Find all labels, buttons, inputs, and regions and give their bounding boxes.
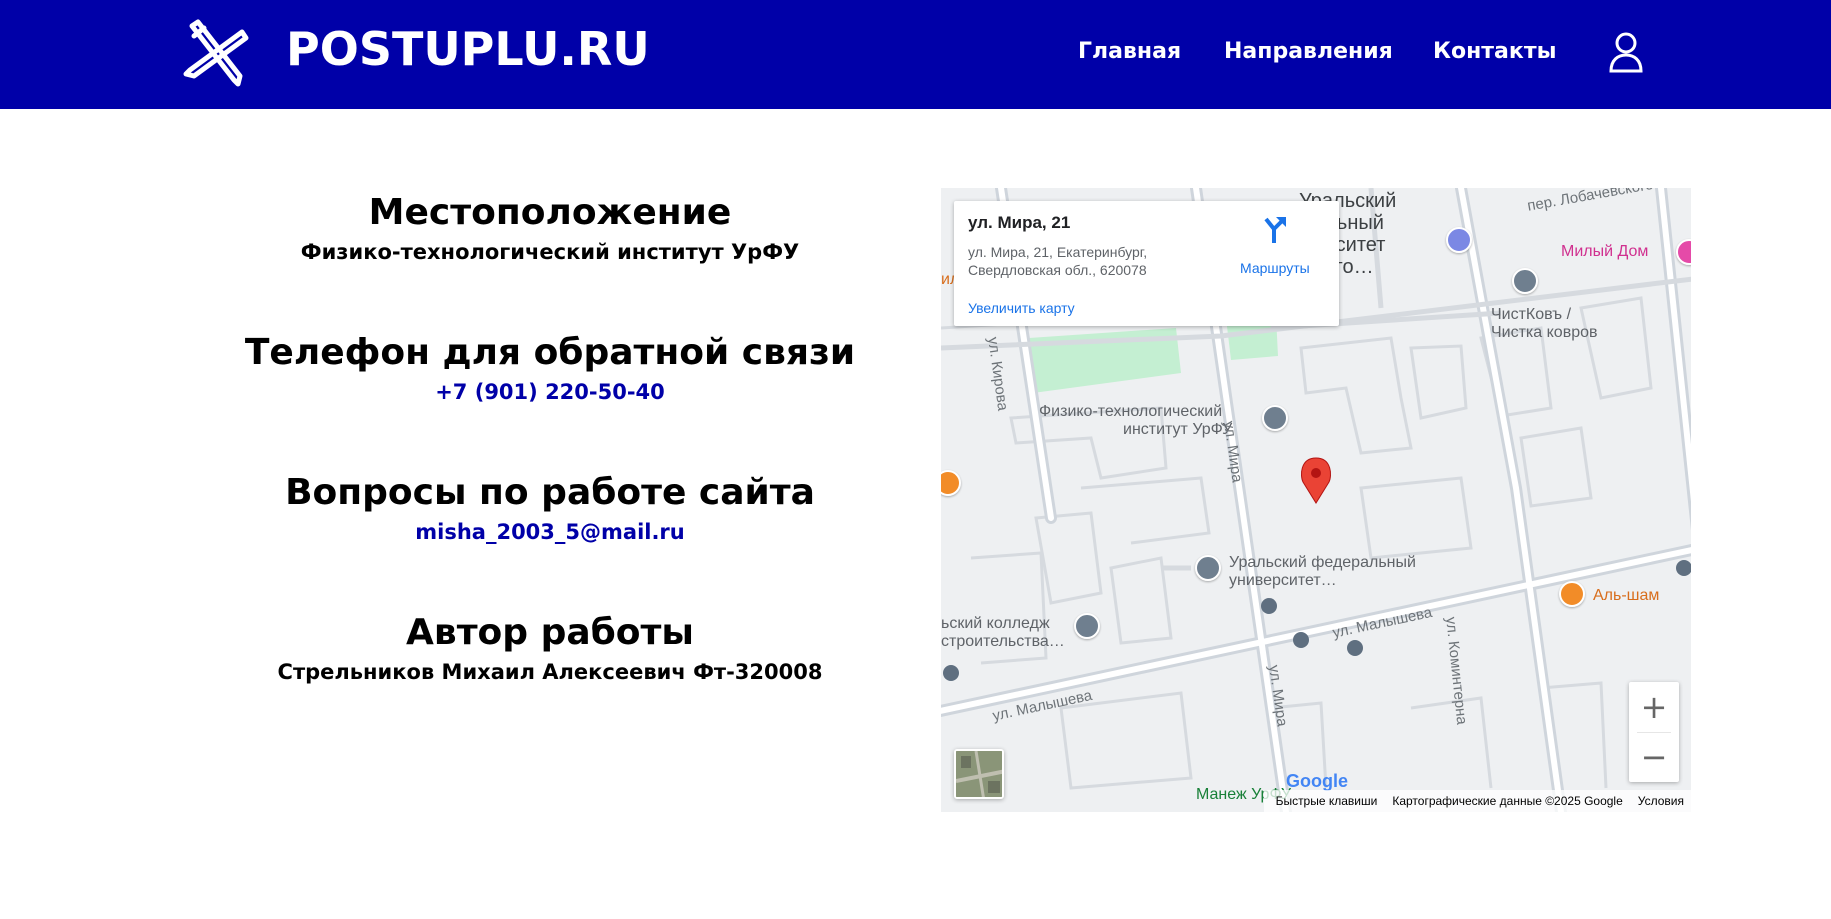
map-label: институт УрФУ [1123,421,1233,438]
satellite-thumbnail-icon [956,751,1002,797]
location-block: Местоположение Физико-технологический ин… [200,190,900,266]
zoom-in-button[interactable]: + [1629,682,1679,732]
phone-title: Телефон для обратной связи [244,332,856,373]
questions-block: Вопросы по работе сайта misha_2003_5@mai… [200,470,900,546]
author-title: Автор работы [406,612,694,653]
keyboard-shortcuts-link[interactable]: Быстрые клавиши [1276,794,1378,808]
education-icon[interactable] [1262,405,1288,431]
place-title: ул. Мира, 21 [968,213,1071,232]
questions-title: Вопросы по работе сайта [285,472,815,513]
location-title: Местоположение [368,192,732,233]
map-label: Аль-шам [1593,587,1660,604]
directions-link[interactable]: Маршруты [1240,259,1310,277]
map-label: Физико-технологический [1039,403,1223,420]
google-logo-text: Google [1286,771,1348,791]
phone-block: Телефон для обратной связи +7 (901) 220-… [200,330,900,406]
phone-link[interactable]: +7 (901) 220-50-40 [435,378,665,406]
site-header: POSTUPLU.RU Главная Направления Контакты [0,0,1831,109]
map-label: строительства… [941,633,1065,650]
zoom-controls: + − [1629,682,1679,782]
satellite-toggle[interactable] [954,749,1004,799]
education-icon[interactable] [1074,613,1100,639]
map-data-text: Картографические данные ©2025 Google [1392,794,1623,808]
map-label: университет… [1229,572,1337,589]
enlarge-map-link[interactable]: Увеличить карту [968,299,1075,317]
cafe-icon[interactable] [1559,581,1585,607]
place-address: ул. Мира, 21, Екатеринбург, Свердловская… [968,243,1208,279]
crossed-pencils-icon[interactable] [180,18,250,90]
address-line: ул. Мира, 21, Екатеринбург, [968,244,1148,260]
nav-directions[interactable]: Направления [1224,38,1393,66]
map-label: ьский колледж [941,615,1050,632]
zoom-out-button[interactable]: − [1629,732,1679,782]
map-label: Милый Дом [1561,243,1649,260]
nav-home[interactable]: Главная [1078,38,1181,66]
location-text: Физико-технологический институт УрФУ [300,240,800,264]
map-label: Уральский федеральный [1229,554,1416,571]
terms-link[interactable]: Условия [1638,794,1684,808]
author-block: Автор работы Стрельников Михаил Алексеев… [200,610,900,686]
author-text: Стрельников Михаил Алексеевич Фт-320008 [277,660,823,684]
nav-contacts[interactable]: Контакты [1433,38,1556,66]
user-icon[interactable] [1608,31,1644,75]
address-line: Свердловская обл., 620078 [968,262,1147,278]
poi-icon[interactable] [1512,268,1538,294]
map-attribution: Быстрые клавиши Картографические данные … [1263,790,1691,812]
map-label: Чистка ковров [1491,324,1598,341]
brand-name[interactable]: POSTUPLU.RU [286,20,650,78]
email-link[interactable]: misha_2003_5@mail.ru [415,518,685,546]
google-logo: Google [1286,771,1348,791]
directions-icon[interactable] [1262,215,1288,243]
parking-icon[interactable] [1446,227,1472,253]
education-icon[interactable] [1195,555,1221,581]
place-info-card: ул. Мира, 21 ул. Мира, 21, Екатеринбург,… [954,201,1339,326]
google-map[interactable]: Уральский ральный верситет рвого… пер. Л… [941,188,1691,812]
map-label: ЧистКовъ / [1491,306,1572,323]
